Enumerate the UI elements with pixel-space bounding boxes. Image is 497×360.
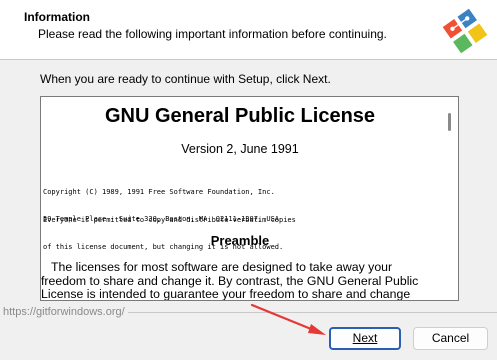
license-body: The licenses for most software are desig… [41,260,441,301]
license-title: GNU General Public License [104,105,376,127]
page-subtitle: Please read the following important info… [38,27,387,41]
next-button[interactable]: Next [329,327,401,350]
body-line: The licenses for most software are desig… [41,260,393,274]
footer-url: https://gitforwindows.org/ [3,306,125,318]
copyright-line: Copyright (C) 1989, 1991 Free Software F… [43,188,275,196]
body-line: freedom to share and change it. By contr… [41,273,419,288]
preamble-heading: Preamble [210,233,270,248]
body-line: License is intended to guarantee your fr… [41,287,411,301]
cancel-button-label: Cancel [431,331,470,345]
permission-line: Everyone is permitted to copy and distri… [43,216,296,224]
wizard-header: Information Please read the following im… [0,0,497,60]
vertical-scrollbar[interactable] [442,97,458,300]
next-button-label: Next [352,331,378,345]
license-version: Version 2, June 1991 [181,142,299,156]
git-logo-icon [442,8,488,54]
intro-text: When you are ready to continue with Setu… [40,72,331,86]
scrollbar-thumb[interactable] [448,113,451,131]
setup-wizard-window: Information Please read the following im… [0,0,497,360]
footer-divider [128,312,497,313]
page-title: Information [24,10,90,24]
license-text-area[interactable]: GNU General Public License Version 2, Ju… [40,96,459,301]
cancel-button[interactable]: Cancel [413,327,488,350]
